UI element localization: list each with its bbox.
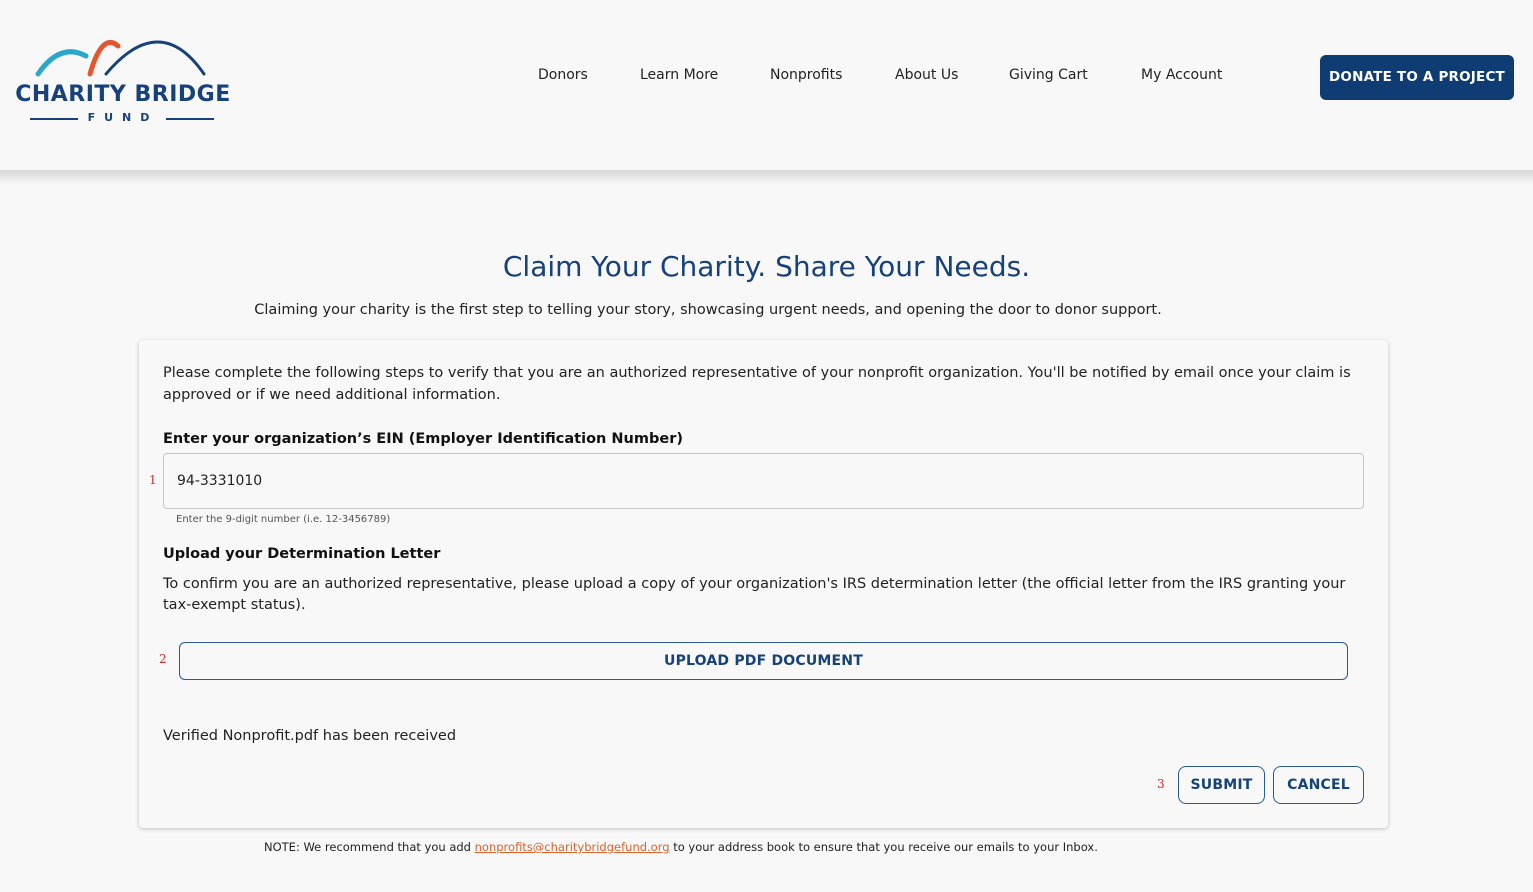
nav-donors[interactable]: Donors <box>538 67 588 83</box>
logo-rule-right <box>166 118 214 120</box>
upload-pdf-button[interactable]: UPLOAD PDF DOCUMENT <box>179 642 1348 680</box>
nav-giving-cart[interactable]: Giving Cart <box>1009 67 1088 83</box>
cancel-button[interactable]: CANCEL <box>1273 766 1364 804</box>
ein-label: Enter your organization’s EIN (Employer … <box>163 431 683 447</box>
step-marker-1: 1 <box>149 473 157 487</box>
step-marker-3: 3 <box>1157 777 1165 791</box>
header-divider <box>0 170 1533 184</box>
site-header: CHARITY BRIDGE FUND Donors Learn More No… <box>0 0 1533 170</box>
email-note: NOTE: We recommend that you add nonprofi… <box>264 840 1098 854</box>
step-marker-2: 2 <box>159 652 167 666</box>
form-intro: Please complete the following steps to v… <box>163 365 1351 403</box>
logo-name: CHARITY BRIDGE <box>15 82 231 107</box>
claim-form-card: Please complete the following steps to v… <box>139 340 1388 828</box>
note-prefix: NOTE: We recommend that you add <box>264 840 475 854</box>
nav-nonprofits[interactable]: Nonprofits <box>770 67 842 83</box>
bridge-arch-icon <box>35 40 206 77</box>
upload-label: Upload your Determination Letter <box>163 546 441 562</box>
note-suffix: to your address book to ensure that you … <box>669 840 1098 854</box>
ein-input[interactable] <box>163 453 1364 509</box>
page-subtitle: Claiming your charity is the first step … <box>254 302 1162 318</box>
nav-my-account[interactable]: My Account <box>1141 67 1222 83</box>
email-link[interactable]: nonprofits@charitybridgefund.org <box>475 840 670 854</box>
ein-helper-text: Enter the 9-digit number (i.e. 12-345678… <box>176 514 391 525</box>
donate-to-project-button[interactable]: DONATE TO A PROJECT <box>1320 55 1514 100</box>
charity-bridge-logo[interactable]: CHARITY BRIDGE FUND <box>10 30 235 130</box>
page-title: Claim Your Charity. Share Your Needs. <box>502 250 1031 283</box>
submit-button[interactable]: SUBMIT <box>1178 766 1265 804</box>
nav-learn-more[interactable]: Learn More <box>640 67 718 83</box>
upload-description: To confirm you are an authorized represe… <box>163 576 1346 613</box>
nav-about-us[interactable]: About Us <box>895 67 958 83</box>
upload-status-text: Verified Nonprofit.pdf has been received <box>163 728 457 744</box>
